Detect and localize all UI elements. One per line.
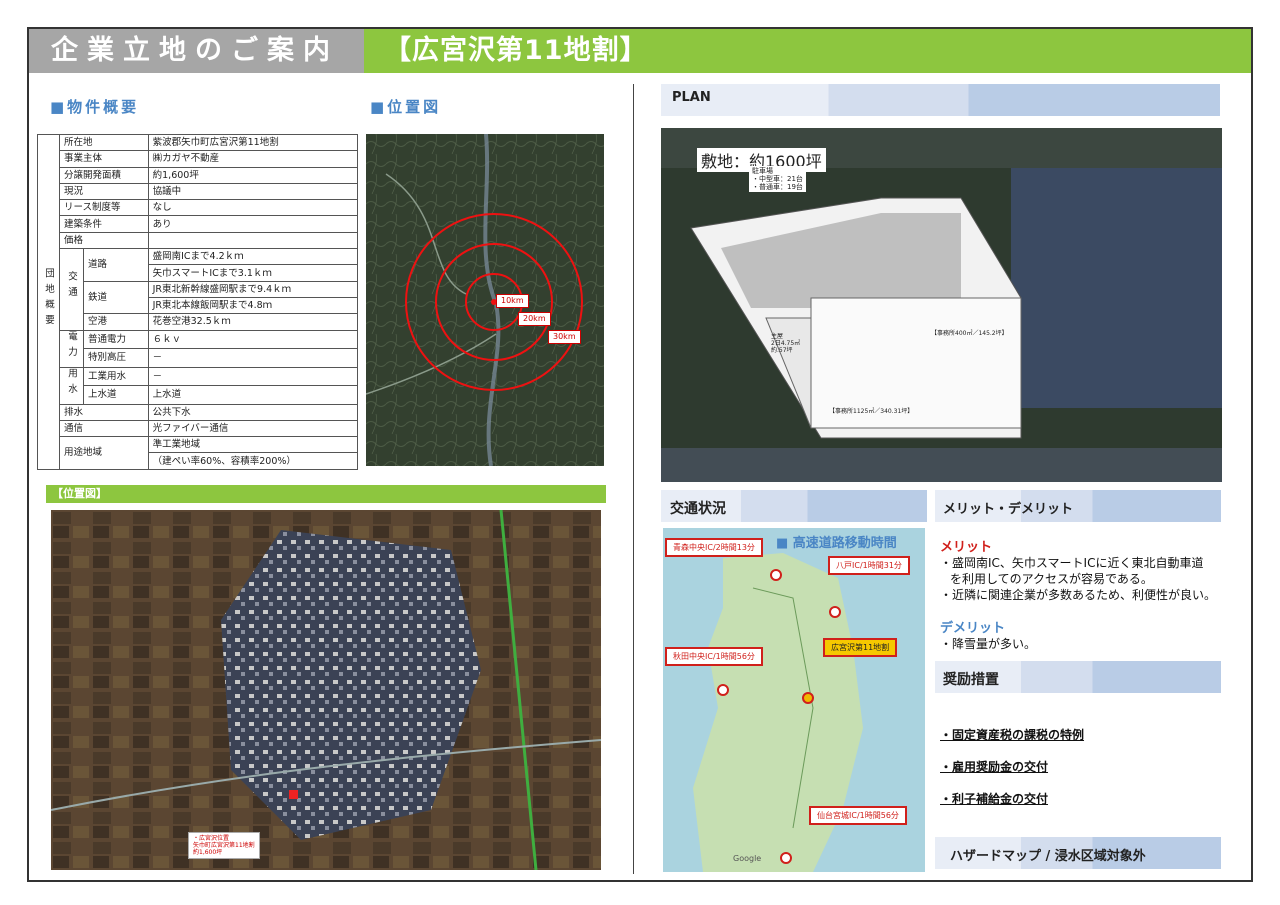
radius-label-30km: 30km <box>548 330 581 344</box>
power-normal-label: 普通電力 <box>83 329 149 350</box>
water-city-value: 上水道 <box>147 385 359 405</box>
yosui-group-text: 用水 <box>66 367 77 399</box>
road-value-1: 盛岡南ICまで4.2ｋｍ <box>147 248 359 266</box>
incentive-item-2: ・雇用奨励金の交付 <box>940 760 1049 774</box>
building-tsubo: 約.57坪 <box>771 347 793 354</box>
merit-title: メリット・デメリット <box>943 502 1074 517</box>
satellite-map-svg <box>51 510 601 870</box>
air-label: 空港 <box>83 313 149 331</box>
site-plan-svg <box>661 128 1222 482</box>
merit-line-3: ・近隣に関連企業が多数あるため、利便性が良い。 <box>940 588 1217 602</box>
denryoku-group-text: 電力 <box>66 330 77 362</box>
rail-value-2: JR東北本線飯岡駅まで4.8ｍ <box>147 296 359 315</box>
water-ind-label: 工業用水 <box>83 366 149 387</box>
rail-label: 鉄道 <box>83 280 149 315</box>
drain-label: 排水 <box>59 403 149 421</box>
header-site-name: 【広宮沢第11地割】 <box>364 29 1251 73</box>
row-value: なし <box>147 199 359 217</box>
plan-parking-label: 駐車場 ・中型車：21台 ・普通車：19台 <box>749 166 806 192</box>
row-value: 協議中 <box>147 182 359 201</box>
site-plan: 敷地：約1600坪 駐車場 ・中型車：21台 ・普通車：19台 【事務所400㎡… <box>661 128 1222 482</box>
parking-normal: ・普通車：19台 <box>752 183 803 191</box>
group-label-text: 団地概要 <box>43 267 54 330</box>
air-value: 花巻空港32.5ｋｍ <box>147 313 359 331</box>
power-special-value: － <box>147 348 359 368</box>
radius-map: 10km 20km 30km <box>366 134 604 466</box>
comm-value: 光ファイバー通信 <box>147 419 359 438</box>
parking-title: 駐車場 <box>752 167 773 175</box>
hazard-title: ハザードマップ / 浸水区域対象外 <box>950 849 1146 864</box>
row-label: 事業主体 <box>59 150 149 168</box>
label-akita: 秋田中央IC/1時間56分 <box>665 647 763 666</box>
marker-line-2: 矢巾町広宮沢第11地割 <box>193 842 255 849</box>
office-label-1: 【事務所400㎡／145.2坪】 <box>931 330 1008 337</box>
section-property-title: ■物件概要 <box>50 98 140 116</box>
row-label: 建築条件 <box>59 215 149 233</box>
column-divider <box>633 84 634 874</box>
traffic-title: 交通状況 <box>670 501 726 517</box>
traffic-map-heading: ■ 高速道路移動時間 <box>776 536 897 551</box>
traffic-map: ■ 高速道路移動時間 青森中央IC/2時間13分 八戸IC/1時間31分 秋田中… <box>663 528 925 872</box>
merit-heading: メリット <box>940 540 993 555</box>
rail-value-1: JR東北新幹線盛岡駅まで9.4ｋｍ <box>147 280 359 298</box>
row-label: リース制度等 <box>59 199 149 217</box>
plan-bar <box>661 84 1220 116</box>
label-sendai: 仙台宮城IC/1時間56分 <box>809 806 907 825</box>
zoning-value-1: 準工業地域 <box>147 436 359 454</box>
row-value: あり <box>147 215 359 233</box>
row-value: ㈱カガヤ不動産 <box>147 150 359 168</box>
radius-map-svg <box>366 134 604 466</box>
row-value: 約1,600坪 <box>147 166 359 184</box>
water-ind-value: － <box>147 366 359 387</box>
label-aomori: 青森中央IC/2時間13分 <box>665 538 763 557</box>
drain-value: 公共下水 <box>147 403 359 421</box>
satellite-map: ・広宮沢位置 矢巾町広宮沢第11地割 約1,600坪 <box>51 510 601 870</box>
bigmap-header: 【位置図】 <box>46 485 606 503</box>
road-label: 道路 <box>83 248 149 282</box>
comm-label: 通信 <box>59 419 149 438</box>
office-label-2: 【事務所1125㎡／340.31坪】 <box>829 408 914 415</box>
incentive-title: 奨励措置 <box>943 672 999 688</box>
zoning-value-2: （建ぺい率60%、容積率200%） <box>147 452 359 470</box>
demerit-line-1: ・降雪量が多い。 <box>940 637 1037 651</box>
demerit-heading: デメリット <box>940 621 1006 636</box>
label-hachinohe: 八戸IC/1時間31分 <box>828 556 910 575</box>
building-size: 2日4.75㎡ <box>771 340 801 347</box>
denryoku-group: 電力 <box>59 329 84 368</box>
kotsu-group-text: 交通 <box>66 271 77 303</box>
row-label: 分譲開発面積 <box>59 166 149 184</box>
row-label: 価格 <box>59 231 149 250</box>
zoning-label: 用途地域 <box>59 436 149 470</box>
section-location-title: ■位置図 <box>370 98 442 116</box>
marker-line-1: ・広宮沢位置 <box>193 835 230 842</box>
yosui-group: 用水 <box>59 366 84 405</box>
label-hiromiya: 広宮沢第11地割 <box>823 638 898 657</box>
radius-label-20km: 20km <box>518 312 551 326</box>
row-label: 所在地 <box>59 133 149 152</box>
row-value: 紫波郡矢巾町広宮沢第11地割 <box>147 133 359 152</box>
header-title: 企業立地のご案内 <box>29 29 364 73</box>
merit-line-2: を利用してのアクセスが容易である。 <box>950 572 1153 586</box>
power-special-label: 特別高圧 <box>83 348 149 368</box>
google-logo: Google <box>733 854 762 863</box>
satellite-marker-label: ・広宮沢位置 矢巾町広宮沢第11地割 約1,600坪 <box>188 832 260 859</box>
merit-line-1: ・盛岡南IC、矢巾スマートICに近く東北自動車道 <box>940 556 1204 570</box>
road-value-2: 矢巾スマートICまで3.1ｋｍ <box>147 264 359 282</box>
radius-label-10km: 10km <box>496 294 529 308</box>
incentive-item-3: ・利子補給金の交付 <box>940 792 1049 806</box>
row-value <box>147 231 359 250</box>
marker-line-3: 約1,600坪 <box>193 849 223 856</box>
parking-medium: ・中型車：21台 <box>752 175 803 183</box>
water-city-label: 上水道 <box>83 385 149 405</box>
power-normal-value: ６ｋｖ <box>147 329 359 350</box>
plan-title: PLAN <box>672 90 711 105</box>
incentive-item-1: ・固定資産税の課税の特例 <box>940 728 1085 742</box>
building-name: 主屋 <box>771 333 784 340</box>
row-label: 現況 <box>59 182 149 201</box>
kotsu-group: 交通 <box>59 248 84 331</box>
property-table: 団地概要 所在地 紫波郡矢巾町広宮沢第11地割 事業主体 ㈱カガヤ不動産 分譲開発面… <box>37 133 359 470</box>
group-label: 団地概要 <box>37 134 60 470</box>
building-label: 主屋 2日4.75㎡ 約.57坪 <box>771 333 800 354</box>
